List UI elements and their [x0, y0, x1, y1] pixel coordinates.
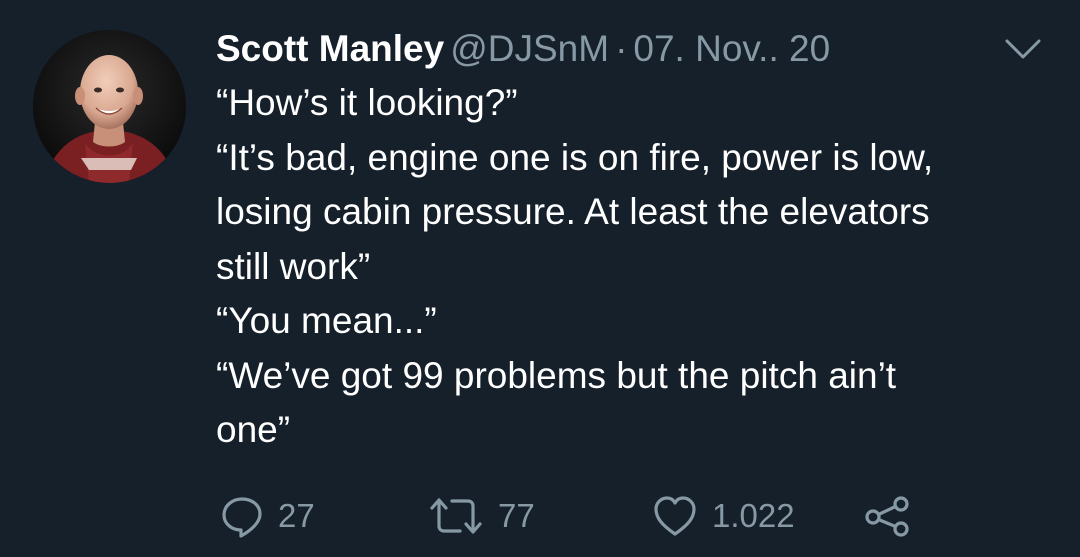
reply-count: 27: [278, 497, 315, 534]
retweet-button[interactable]: 77: [428, 488, 535, 544]
tweet-actions: 27 77 1.022: [216, 488, 1076, 544]
tweet-card[interactable]: Scott Manley @DJSnM · 07. Nov.. 20 “How’s i…: [0, 0, 1080, 557]
chevron-down-icon: [1005, 39, 1041, 59]
tweet-text-line: one”: [216, 409, 291, 450]
author-display-name[interactable]: Scott Manley: [216, 28, 444, 69]
header-separator: ·: [615, 28, 628, 69]
tweet-text-line: “We’ve got 99 problems but the pitch ain…: [216, 354, 897, 396]
tweet-text-line: losing cabin pressure. At least the elev…: [216, 191, 930, 232]
tweet-menu-button[interactable]: [1000, 33, 1046, 67]
author-handle[interactable]: @DJSnM: [450, 28, 609, 69]
reply-icon: [220, 494, 264, 538]
share-button[interactable]: [864, 488, 912, 544]
heart-icon: [652, 494, 698, 538]
tweet-header: Scott Manley @DJSnM · 07. Nov.. 20: [216, 24, 830, 74]
tweet-text-line: still work”: [216, 245, 371, 287]
share-icon: [864, 494, 912, 538]
like-button[interactable]: 1.022: [652, 488, 795, 544]
reply-button[interactable]: 27: [220, 488, 315, 544]
tweet-text-line: “It’s bad, engine one is on fire, power …: [216, 136, 934, 178]
tweet-date[interactable]: 07. Nov.. 20: [633, 28, 830, 69]
tweet-text-line: “You mean...”: [216, 300, 437, 341]
retweet-count: 77: [498, 497, 535, 534]
avatar[interactable]: [33, 30, 186, 183]
tweet-text-line: “How’s it looking?”: [216, 82, 518, 123]
profile-photo-icon: [33, 30, 186, 183]
like-count: 1.022: [712, 497, 795, 534]
retweet-icon: [428, 494, 484, 538]
tweet-text: “How’s it looking?” “It’s bad, engine on…: [216, 76, 1046, 458]
